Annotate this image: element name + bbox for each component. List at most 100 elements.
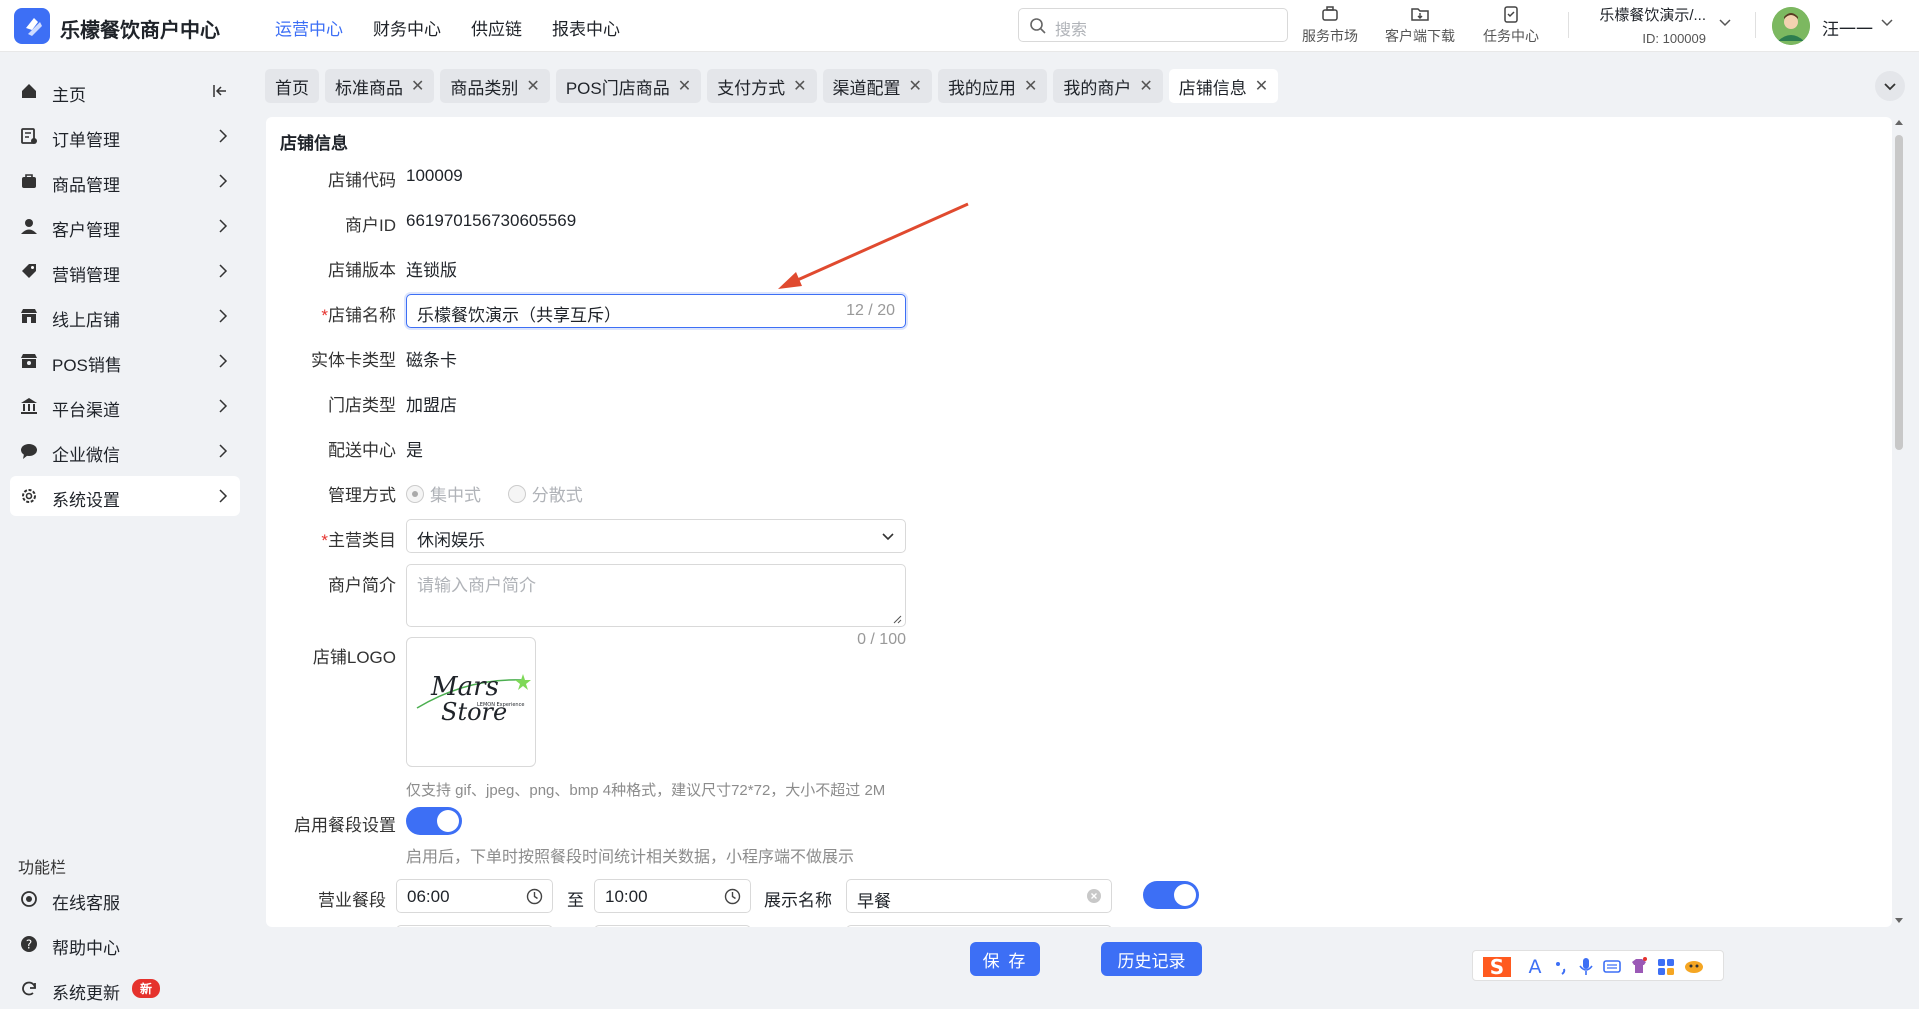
close-icon[interactable]: ✕ (411, 76, 424, 96)
nav-reports[interactable]: 报表中心 (552, 15, 620, 40)
sidebar-item-goods[interactable]: 商品管理 (10, 161, 240, 201)
microphone-icon[interactable] (1578, 956, 1594, 976)
tab-store-info[interactable]: 店铺信息 ✕ (1168, 69, 1279, 103)
sidebar-item-home[interactable]: 主页 (10, 71, 240, 111)
merchant-id-label: 商户ID (345, 216, 396, 235)
card-type-label: 实体卡类型 (311, 351, 396, 370)
mascot-icon[interactable] (1684, 956, 1704, 976)
store-logo-upload[interactable]: Mars LEMON Experience Store (406, 637, 536, 767)
tab-my-apps[interactable]: 我的应用 ✕ (937, 69, 1048, 103)
collapse-sidebar-icon[interactable] (212, 84, 228, 98)
close-icon[interactable]: ✕ (1024, 76, 1037, 96)
sidebar-item-online-service[interactable]: 在线客服 (10, 879, 240, 919)
store-name-value: 乐檬餐饮演示（共享互斥） (417, 306, 621, 325)
search-placeholder: 搜索 (1055, 22, 1088, 39)
close-icon[interactable]: ✕ (909, 76, 922, 96)
service-icon (20, 890, 38, 908)
period-start-time-input[interactable]: 06:00 (396, 879, 553, 913)
task-center-button[interactable]: 任务中心 (1483, 4, 1539, 46)
client-download-button[interactable]: 客户端下载 (1385, 4, 1455, 46)
annotation-arrow (778, 202, 969, 289)
resize-handle-icon[interactable] (893, 615, 902, 624)
tab-payment-methods[interactable]: 支付方式 ✕ (707, 69, 817, 103)
search-input[interactable]: 搜索 (1018, 8, 1288, 42)
sidebar: 主页 订单管理 商品管理 客户管理 营销管理 线上店铺 POS销售 平台渠道 企 (0, 52, 250, 1003)
ime-punctuation-icon[interactable] (1553, 956, 1569, 976)
sidebar-item-platform-channels[interactable]: 平台渠道 (10, 386, 240, 426)
merchant-id-value: 661970156730605569 (406, 211, 577, 230)
next-display-name-input[interactable] (846, 925, 1112, 927)
close-icon[interactable]: ✕ (1139, 76, 1152, 96)
sidebar-item-label: 系统更新 (52, 984, 120, 1003)
chevron-right-icon (218, 174, 228, 188)
tab-my-merchants[interactable]: 我的商户 ✕ (1053, 69, 1163, 103)
close-icon[interactable]: ✕ (678, 76, 691, 96)
meal-period-toggle[interactable] (406, 807, 462, 835)
sidebar-item-pos-sales[interactable]: POS销售 (10, 341, 240, 381)
store-name-input[interactable]: 乐檬餐饮演示（共享互斥） 12 / 20 (406, 294, 906, 328)
sidebar-item-marketing[interactable]: 营销管理 (10, 251, 240, 291)
sidebar-item-help-center[interactable]: ? 帮助中心 (10, 924, 240, 964)
chevron-down-icon[interactable] (1880, 16, 1894, 30)
keyboard-icon[interactable] (1603, 956, 1621, 976)
radio-decentralized[interactable]: 分散式 (507, 481, 583, 506)
main-category-select[interactable]: 休闲娱乐 (406, 519, 906, 553)
tab-home[interactable]: 首页 (265, 69, 319, 103)
scroll-down-icon[interactable] (1893, 915, 1905, 927)
period-end-time-input[interactable]: 10:00 (594, 879, 751, 913)
sidebar-item-system-update[interactable]: 系统更新 新 (10, 969, 240, 1009)
close-icon[interactable]: ✕ (1255, 76, 1268, 96)
save-button[interactable]: 保 存 (970, 942, 1040, 976)
nav-finance[interactable]: 财务中心 (373, 15, 441, 40)
chevron-down-icon[interactable] (1718, 16, 1732, 30)
sidebar-item-online-store[interactable]: 线上店铺 (10, 296, 240, 336)
tab-standard-goods[interactable]: 标准商品 ✕ (325, 69, 435, 103)
gear-icon (20, 487, 38, 505)
merchant-switcher[interactable]: 乐檬餐饮演示/... ID: 100009 (1586, 4, 1706, 46)
period-enabled-toggle[interactable] (1143, 881, 1199, 909)
service-market-button[interactable]: 服务市场 (1302, 4, 1358, 46)
store-version-value: 连锁版 (406, 261, 457, 280)
bank-icon (20, 397, 38, 415)
sidebar-item-orders[interactable]: 订单管理 (10, 116, 240, 156)
nav-operations[interactable]: 运营中心 (275, 15, 343, 40)
period-end-value: 10:00 (605, 887, 648, 906)
history-button[interactable]: 历史记录 (1101, 942, 1202, 976)
next-period-end-input[interactable] (594, 925, 751, 927)
merchant-intro-textarea[interactable]: 请输入商户简介 (406, 564, 906, 627)
ime-language-icon[interactable]: A (1526, 956, 1544, 976)
app-logo-icon[interactable] (14, 8, 50, 44)
sidebar-item-system-settings[interactable]: 系统设置 (10, 476, 240, 516)
nav-supply-chain[interactable]: 供应链 (471, 15, 522, 40)
sidebar-item-wecom[interactable]: 企业微信 (10, 431, 240, 471)
sogou-logo-icon[interactable]: S (1477, 951, 1517, 981)
tab-pos-store-goods[interactable]: POS门店商品 ✕ (555, 69, 702, 103)
close-icon[interactable]: ✕ (793, 76, 806, 96)
tab-label: 我的商户 (1063, 78, 1132, 98)
scroll-thumb[interactable] (1895, 135, 1903, 450)
chevron-right-icon (218, 264, 228, 278)
sidebar-item-customers[interactable]: 客户管理 (10, 206, 240, 246)
display-name-input[interactable]: 早餐 (846, 879, 1112, 913)
brand-title: 乐檬餐饮商户中心 (60, 20, 220, 42)
tab-channel-config[interactable]: 渠道配置 ✕ (822, 69, 932, 103)
content-scrollbar[interactable] (1893, 117, 1905, 927)
scroll-up-icon[interactable] (1893, 117, 1905, 129)
chevron-right-icon (218, 489, 228, 503)
clear-icon[interactable] (1086, 888, 1102, 904)
period-to-label: 至 (567, 891, 584, 910)
tab-label: 店铺信息 (1178, 78, 1247, 98)
tabs-menu-button[interactable] (1875, 71, 1905, 101)
delivery-center-value: 是 (406, 441, 423, 460)
close-icon[interactable]: ✕ (526, 76, 539, 96)
search-icon (1029, 17, 1047, 35)
next-period-start-input[interactable] (396, 925, 553, 927)
tab-goods-category[interactable]: 商品类别 ✕ (440, 69, 550, 103)
sidebar-item-label: POS销售 (52, 356, 122, 375)
username[interactable]: 汪一一 (1822, 15, 1873, 40)
avatar[interactable] (1772, 7, 1810, 45)
skin-icon[interactable] (1630, 956, 1648, 976)
toolbox-icon[interactable] (1657, 956, 1675, 976)
radio-centralized[interactable]: 集中式 (406, 481, 481, 506)
tab-label: 我的应用 (947, 78, 1016, 98)
